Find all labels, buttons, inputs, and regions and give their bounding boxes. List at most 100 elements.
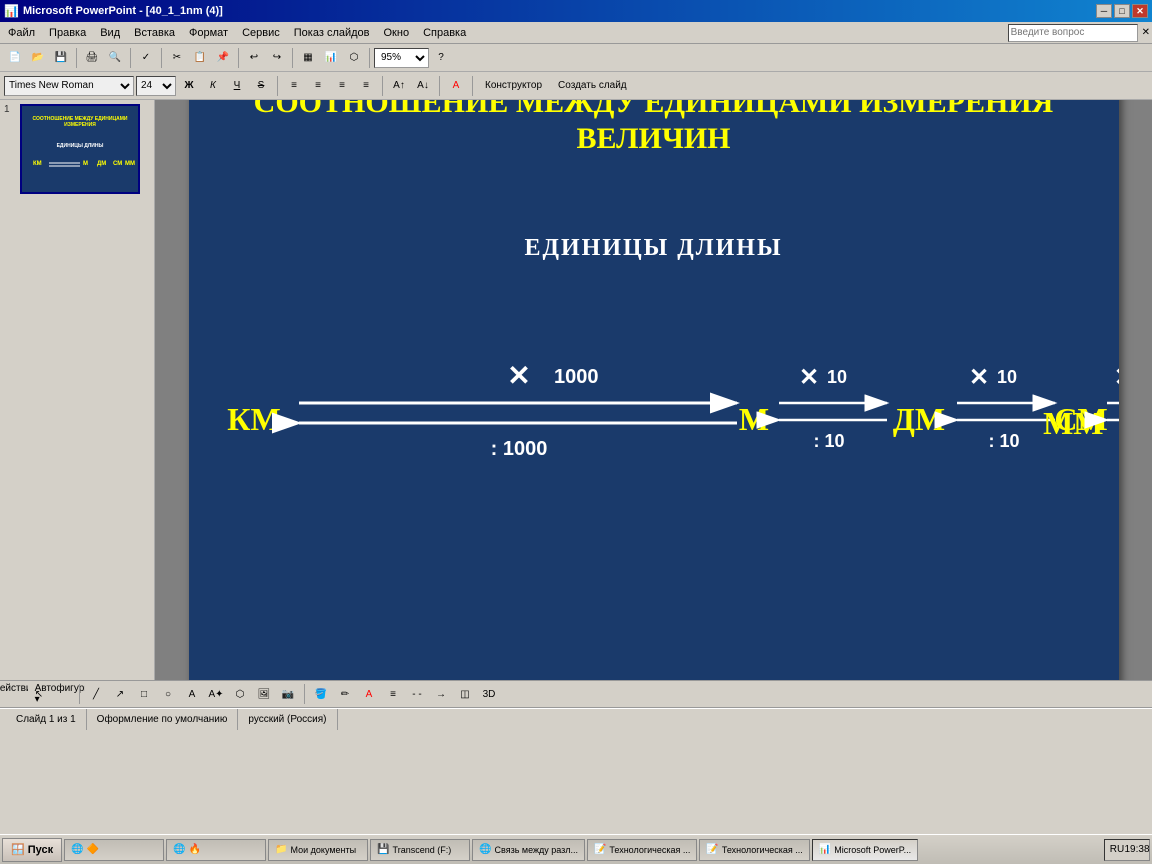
taskbar-mydocs: Мои документы bbox=[291, 845, 357, 855]
design-info: Оформление по умолчанию bbox=[97, 714, 228, 725]
separator9 bbox=[439, 76, 440, 96]
paste-button[interactable]: 📌 bbox=[212, 47, 234, 69]
slide-info: Слайд 1 из 1 bbox=[16, 714, 76, 725]
fill-color-btn[interactable]: 🪣 bbox=[310, 683, 332, 705]
svg-text:: 1000: : 1000 bbox=[490, 438, 547, 460]
arrow-style-btn[interactable]: → bbox=[430, 683, 452, 705]
slide-info-section: Слайд 1 из 1 bbox=[6, 709, 87, 730]
taskbar-tech1[interactable]: 📝 Технологическая ... bbox=[587, 839, 697, 861]
thumb-content: ЕДИНИЦЫ ДЛИНЫ КМ М ДМ СМ ММ bbox=[25, 129, 135, 184]
new-button[interactable]: 📄 bbox=[4, 47, 26, 69]
line-color-btn[interactable]: ✏ bbox=[334, 683, 356, 705]
svg-text:: 10: : 10 bbox=[988, 431, 1019, 451]
redo-button[interactable]: ↪ bbox=[266, 47, 288, 69]
close-question-icon[interactable]: ✕ bbox=[1142, 27, 1150, 38]
minimize-button[interactable]: ─ bbox=[1096, 4, 1112, 18]
svg-text:10: 10 bbox=[827, 367, 847, 387]
decrease-font-button[interactable]: A↓ bbox=[412, 75, 434, 97]
oval-tool[interactable]: ○ bbox=[157, 683, 179, 705]
menu-format[interactable]: Формат bbox=[183, 25, 234, 41]
line-tool[interactable]: ╱ bbox=[85, 683, 107, 705]
menu-window[interactable]: Окно bbox=[378, 25, 416, 41]
svg-text:✕: ✕ bbox=[798, 364, 818, 391]
constructor-button[interactable]: Конструктор bbox=[478, 75, 549, 97]
underline-button[interactable]: Ч bbox=[226, 75, 248, 97]
taskbar-link1-label: Связь между разл... bbox=[495, 845, 578, 855]
ppt-icon: 📊 bbox=[819, 844, 831, 855]
maximize-button[interactable]: □ bbox=[1114, 4, 1130, 18]
close-button[interactable]: ✕ bbox=[1132, 4, 1148, 18]
separator7 bbox=[277, 76, 278, 96]
copy-button[interactable]: 📋 bbox=[189, 47, 211, 69]
table-button[interactable]: ▦ bbox=[297, 47, 319, 69]
taskbar-browser2[interactable]: 🌐 🔥 bbox=[166, 839, 266, 861]
separator8 bbox=[382, 76, 383, 96]
slide-thumbnail[interactable]: СООТНОШЕНИЕ МЕЖДУ ЕДИНИЦАМИ ИЗМЕРЕНИЯ ЕД… bbox=[20, 104, 140, 194]
menu-help[interactable]: Справка bbox=[417, 25, 472, 41]
image-tool[interactable]: 📷 bbox=[277, 683, 299, 705]
menu-edit[interactable]: Правка bbox=[43, 25, 92, 41]
help-button[interactable]: ? bbox=[430, 47, 452, 69]
menu-view[interactable]: Вид bbox=[94, 25, 126, 41]
word-icon2: 📝 bbox=[706, 844, 718, 855]
undo-button[interactable]: ↩ bbox=[243, 47, 265, 69]
menu-bar: Файл Правка Вид Вставка Формат Сервис По… bbox=[0, 22, 1152, 44]
chart-button[interactable]: 📊 bbox=[320, 47, 342, 69]
actions-button[interactable]: Действия ▾ bbox=[4, 683, 26, 705]
bold-button[interactable]: Ж bbox=[178, 75, 200, 97]
question-input[interactable] bbox=[1008, 24, 1138, 42]
taskbar-folder[interactable]: 📁 Мои документы bbox=[268, 839, 368, 861]
diagram-tool[interactable]: ⬡ bbox=[229, 683, 251, 705]
taskbar-tech2[interactable]: 📝 Технологическая ... bbox=[699, 839, 809, 861]
taskbar-powerpoint[interactable]: 📊 Microsoft PowerP... bbox=[812, 839, 918, 861]
menu-tools[interactable]: Сервис bbox=[236, 25, 286, 41]
textbox-tool[interactable]: A bbox=[181, 683, 203, 705]
increase-font-button[interactable]: A↑ bbox=[388, 75, 410, 97]
align-left-button[interactable]: ≡ bbox=[283, 75, 305, 97]
wordart-tool[interactable]: A✦ bbox=[205, 683, 227, 705]
svg-text:ММ: ММ bbox=[125, 161, 135, 167]
svg-text:10: 10 bbox=[997, 367, 1017, 387]
preview-button[interactable]: 🔍 bbox=[104, 47, 126, 69]
align-right-button[interactable]: ≡ bbox=[331, 75, 353, 97]
arrow-tool[interactable]: ↗ bbox=[109, 683, 131, 705]
italic-button[interactable]: К bbox=[202, 75, 224, 97]
justify-button[interactable]: ≡ bbox=[355, 75, 377, 97]
3d-btn[interactable]: 3D bbox=[478, 683, 500, 705]
taskbar-link1[interactable]: 🌐 Связь между разл... bbox=[472, 839, 585, 861]
menu-insert[interactable]: Вставка bbox=[128, 25, 181, 41]
open-button[interactable]: 📂 bbox=[27, 47, 49, 69]
font-color-btn2[interactable]: A bbox=[358, 683, 380, 705]
autoshapes-button[interactable]: Автофигуры ▾ bbox=[52, 683, 74, 705]
zoom-select[interactable]: 95% bbox=[374, 48, 429, 68]
slide-canvas[interactable]: СООТНОШЕНИЕ МЕЖДУ ЕДИНИЦАМИ ИЗМЕРЕНИЯ ВЕ… bbox=[189, 100, 1119, 680]
taskbar-browser1[interactable]: 🌐 🔶 bbox=[64, 839, 164, 861]
font-color-button[interactable]: A bbox=[445, 75, 467, 97]
svg-text:ДМ: ДМ bbox=[97, 161, 106, 167]
create-slide-button[interactable]: Создать слайд bbox=[551, 75, 634, 97]
spell-button[interactable]: ✓ bbox=[135, 47, 157, 69]
taskbar-ppt-label: Microsoft PowerP... bbox=[834, 845, 911, 855]
strikethrough-button[interactable]: S bbox=[250, 75, 272, 97]
main-area: 1 СООТНОШЕНИЕ МЕЖДУ ЕДИНИЦАМИ ИЗМЕРЕНИЯ … bbox=[0, 100, 1152, 680]
menu-file[interactable]: Файл bbox=[2, 25, 41, 41]
clipart-tool[interactable]: 🖼 bbox=[253, 683, 275, 705]
taskbar-transcend[interactable]: 💾 Transcend (F:) bbox=[370, 839, 470, 861]
align-center-button[interactable]: ≡ bbox=[307, 75, 329, 97]
separator5 bbox=[292, 48, 293, 68]
line-style-btn[interactable]: ≡ bbox=[382, 683, 404, 705]
svg-text:1000: 1000 bbox=[554, 366, 599, 388]
save-button[interactable]: 💾 bbox=[50, 47, 72, 69]
dash-style-btn[interactable]: - - bbox=[406, 683, 428, 705]
menu-slideshow[interactable]: Показ слайдов bbox=[288, 25, 376, 41]
diagram-button[interactable]: ⬡ bbox=[343, 47, 365, 69]
font-select[interactable]: Times New Roman bbox=[4, 76, 134, 96]
cut-button[interactable]: ✂ bbox=[166, 47, 188, 69]
start-button[interactable]: 🪟 Пуск bbox=[2, 838, 62, 862]
print-button[interactable]: 🖨 bbox=[81, 47, 103, 69]
size-select[interactable]: 24 bbox=[136, 76, 176, 96]
rect-tool[interactable]: □ bbox=[133, 683, 155, 705]
svg-text:✕: ✕ bbox=[507, 360, 530, 391]
shadow-btn[interactable]: ◫ bbox=[454, 683, 476, 705]
units-diagram: КМ ✕ 1000 : 1000 М ✕ 10 : 10 bbox=[189, 315, 1119, 535]
